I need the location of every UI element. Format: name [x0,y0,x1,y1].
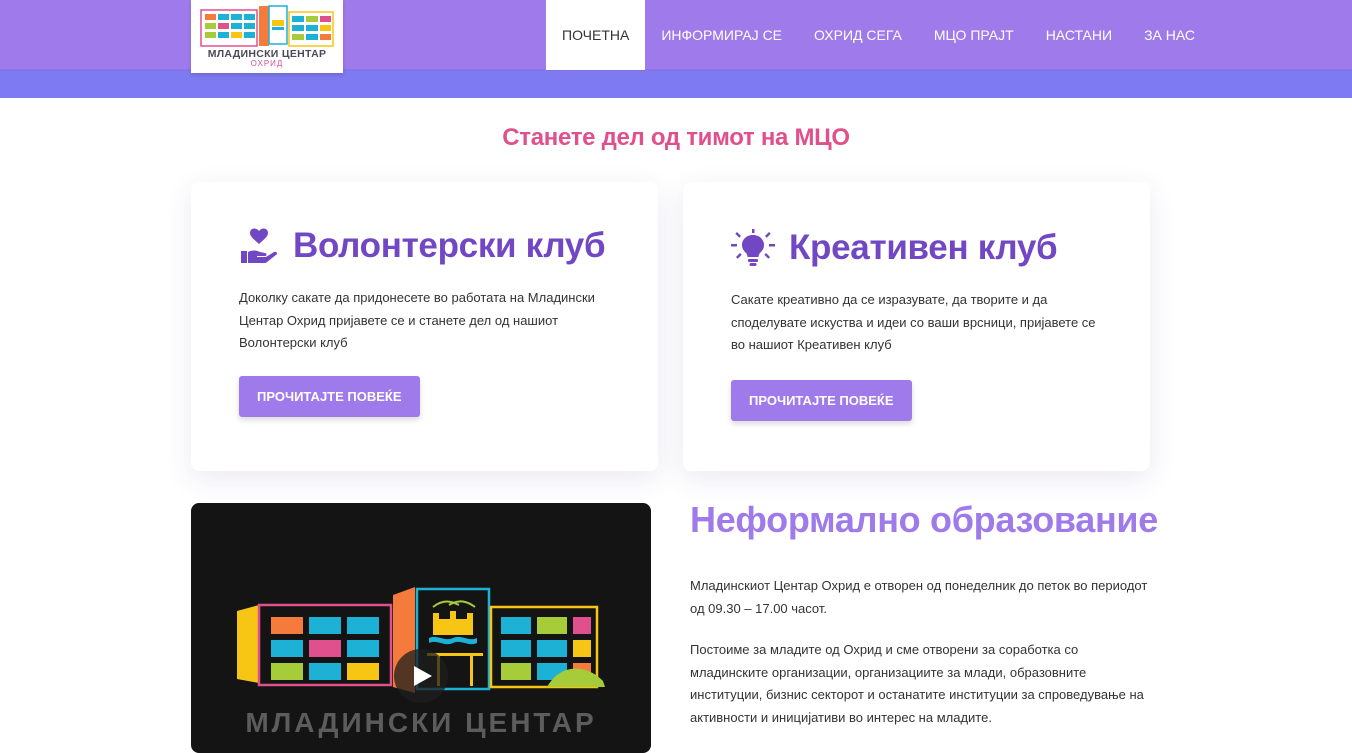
play-icon [414,666,432,686]
site-logo[interactable]: МЛАДИНСКИ ЦЕНТАР ОХРИД [191,0,343,73]
volunteer-club-card: Волонтерски клуб Доколку сакате да придо… [191,182,658,471]
play-button[interactable] [394,649,448,703]
video-title: МЛАДИНСКИ ЦЕНТАР [245,707,597,738]
nav-item-home[interactable]: ПОЧЕТНА [546,0,646,70]
hand-heart-icon [241,228,278,263]
read-more-button[interactable]: ПРОЧИТАЈТЕ ПОВЕЌЕ [731,380,912,421]
education-paragraph: Младинскиот Центар Охрид е отворен од по… [690,578,1148,616]
card-description: Доколку сакате да придонесете во работат… [239,290,595,350]
education-title: Неформално образование [690,499,1158,540]
nav-item-inform[interactable]: ИНФОРМИРАЈ СЕ [645,0,798,70]
building-logo-icon [200,5,334,47]
card-description: Сакате креативно да се изразувате, да тв… [731,292,1096,352]
nav-item-events[interactable]: НАСТАНИ [1030,0,1128,70]
main-nav: ПОЧЕТНА ИНФОРМИРАЈ СЕ ОХРИД СЕГА МЦО ПРА… [546,0,1211,70]
logo-subtitle: ОХРИД [250,59,284,68]
nav-item-about[interactable]: ЗА НАС [1128,0,1211,70]
nav-item-ohrid-now[interactable]: ОХРИД СЕГА [798,0,918,70]
card-title: Креативен клуб [789,228,1058,267]
education-paragraph: Постоиме за младите од Охрид и сме отвор… [690,642,1144,725]
card-title: Волонтерски клуб [293,226,606,265]
card-header: Волонтерски клуб [239,226,606,266]
nav-item-mco-pride[interactable]: МЦО ПРАЈТ [918,0,1030,70]
read-more-button[interactable]: ПРОЧИТАЈТЕ ПОВЕЌЕ [239,376,420,417]
card-header: Креативен клуб [731,228,1058,268]
lightbulb-icon [731,229,775,266]
intro-video[interactable]: МЛАДИНСКИ ЦЕНТАР [191,503,651,753]
team-section-title: Станете дел од тимот на МЦО [502,124,850,151]
creative-club-card: Креативен клуб Сакате креативно да се из… [683,182,1150,471]
